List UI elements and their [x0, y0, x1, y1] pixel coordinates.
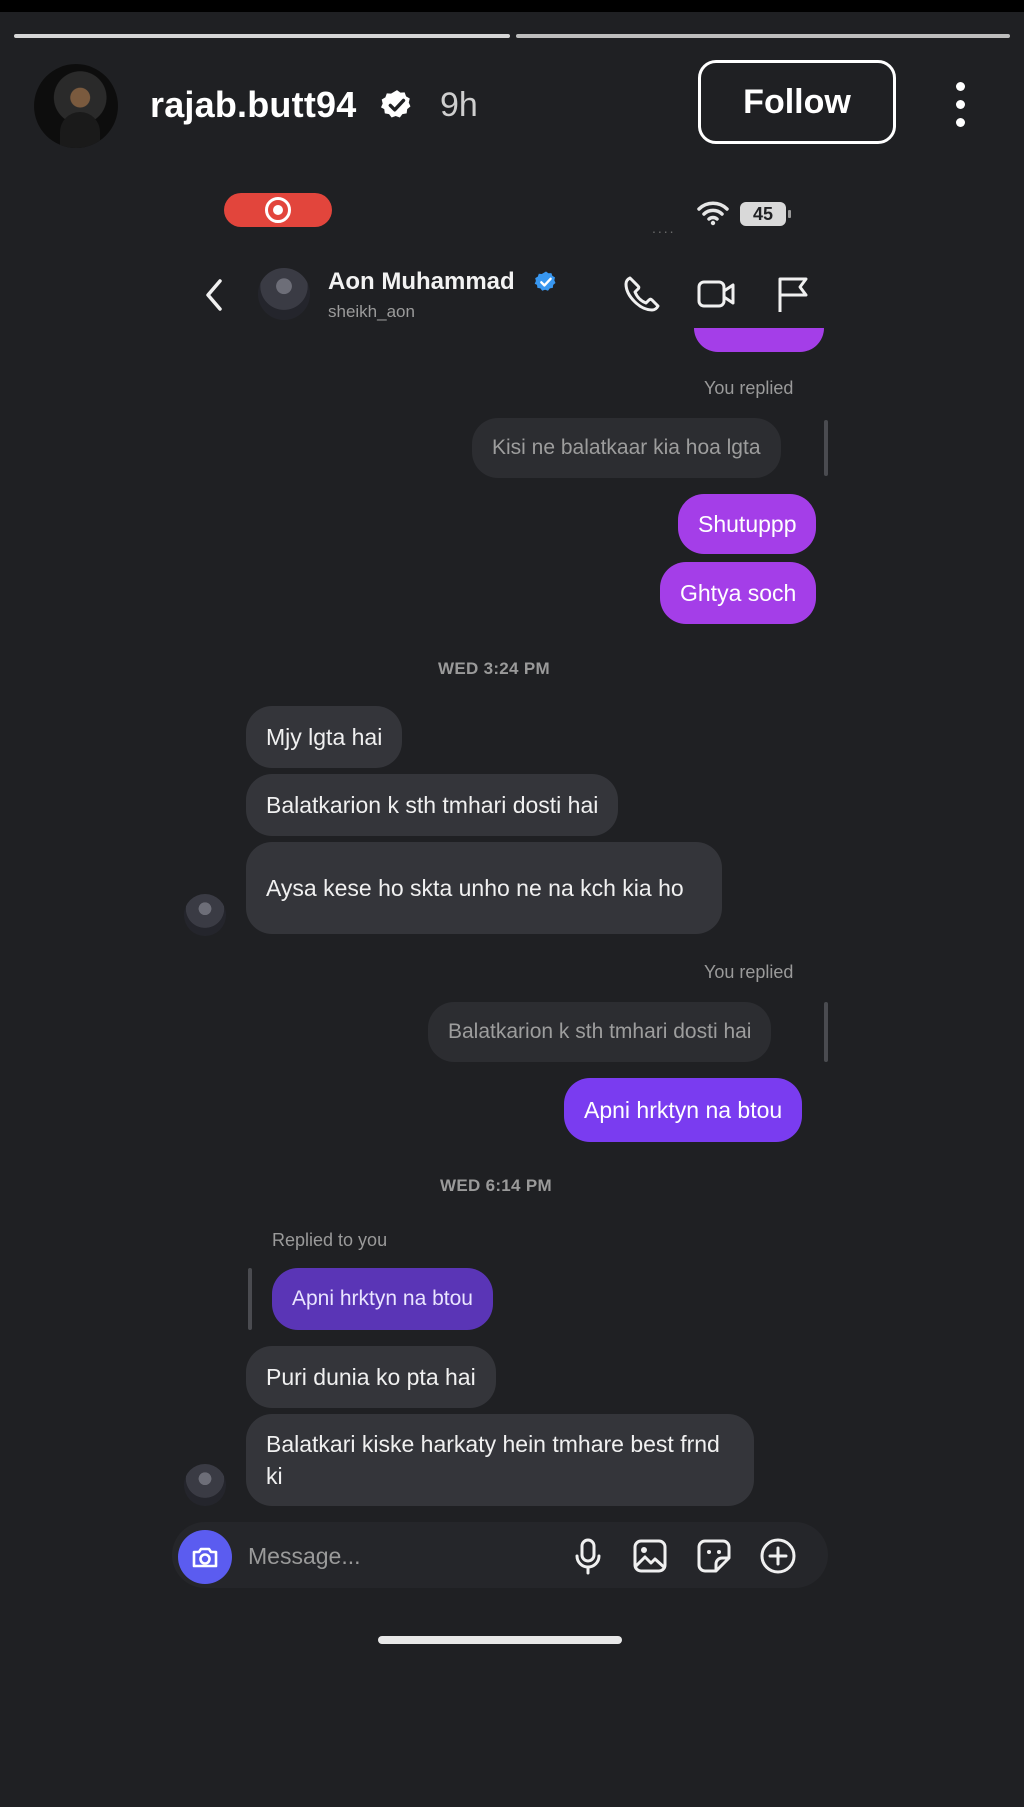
story-progress-segment-1: [14, 34, 510, 38]
you-replied-label: You replied: [704, 378, 794, 398]
top-edge: [0, 0, 1024, 12]
incoming-message[interactable]: Balatkari kiske harkaty hein tmhare best…: [246, 1414, 754, 1506]
quote-bar: [824, 420, 828, 476]
chat-contact-name[interactable]: Aon Muhammad: [328, 268, 515, 296]
camera-icon: [192, 1547, 218, 1568]
timestamp: WED 6:14 PM: [440, 1176, 552, 1195]
more-options-icon[interactable]: [950, 82, 970, 127]
outgoing-message[interactable]: Apni hrktyn na btou: [564, 1078, 803, 1142]
chat-verified-icon: [534, 271, 556, 291]
sticker-icon[interactable]: [694, 1536, 734, 1576]
message-input[interactable]: [248, 1538, 548, 1574]
back-chevron-icon[interactable]: [200, 275, 228, 315]
sender-avatar[interactable]: [184, 894, 226, 936]
call-icon[interactable]: [620, 272, 664, 316]
chat-contact-handle: sheikh_aon: [328, 302, 415, 321]
plus-icon[interactable]: [758, 1536, 798, 1576]
chat-avatar[interactable]: [258, 268, 310, 320]
outgoing-message[interactable]: Shutuppp: [678, 494, 817, 554]
quoted-message[interactable]: Balatkarion k sth tmhari dosti hai: [428, 1002, 772, 1062]
quoted-message[interactable]: Kisi ne balatkaar kia hoa lgta: [472, 418, 781, 478]
previous-message-bubble: [694, 328, 824, 352]
mic-icon[interactable]: [568, 1536, 608, 1576]
home-indicator[interactable]: [378, 1636, 622, 1644]
verified-badge-icon: [380, 90, 411, 118]
wifi-icon: [697, 201, 729, 226]
gallery-icon[interactable]: [630, 1536, 670, 1576]
sender-avatar[interactable]: [184, 1464, 226, 1506]
story-avatar[interactable]: [34, 64, 118, 148]
screen-record-icon: [224, 193, 332, 227]
incoming-message[interactable]: Aysa kese ho skta unho ne na kch kia ho: [246, 842, 722, 934]
story-username[interactable]: rajab.butt94: [150, 84, 356, 126]
camera-button[interactable]: [178, 1530, 232, 1584]
incoming-message[interactable]: Puri dunia ko pta hai: [246, 1346, 496, 1408]
story-progress-segment-2: [516, 34, 1010, 38]
battery-icon: 45: [740, 202, 791, 226]
quote-bar: [824, 1002, 828, 1062]
video-icon[interactable]: [694, 272, 738, 316]
quoted-message[interactable]: Apni hrktyn na btou: [272, 1268, 493, 1330]
outgoing-message[interactable]: Ghtya soch: [660, 562, 817, 624]
signal-indicator: ....: [652, 220, 676, 236]
incoming-message[interactable]: Mjy lgta hai: [246, 706, 403, 768]
you-replied-label: You replied: [704, 962, 794, 982]
replied-to-you-label: Replied to you: [272, 1230, 388, 1250]
incoming-message[interactable]: Balatkarion k sth tmhari dosti hai: [246, 774, 619, 836]
story-time: 9h: [440, 86, 478, 124]
timestamp: WED 3:24 PM: [438, 659, 550, 678]
quote-bar: [248, 1268, 252, 1330]
flag-icon[interactable]: [772, 272, 816, 316]
follow-button[interactable]: Follow: [698, 60, 896, 144]
